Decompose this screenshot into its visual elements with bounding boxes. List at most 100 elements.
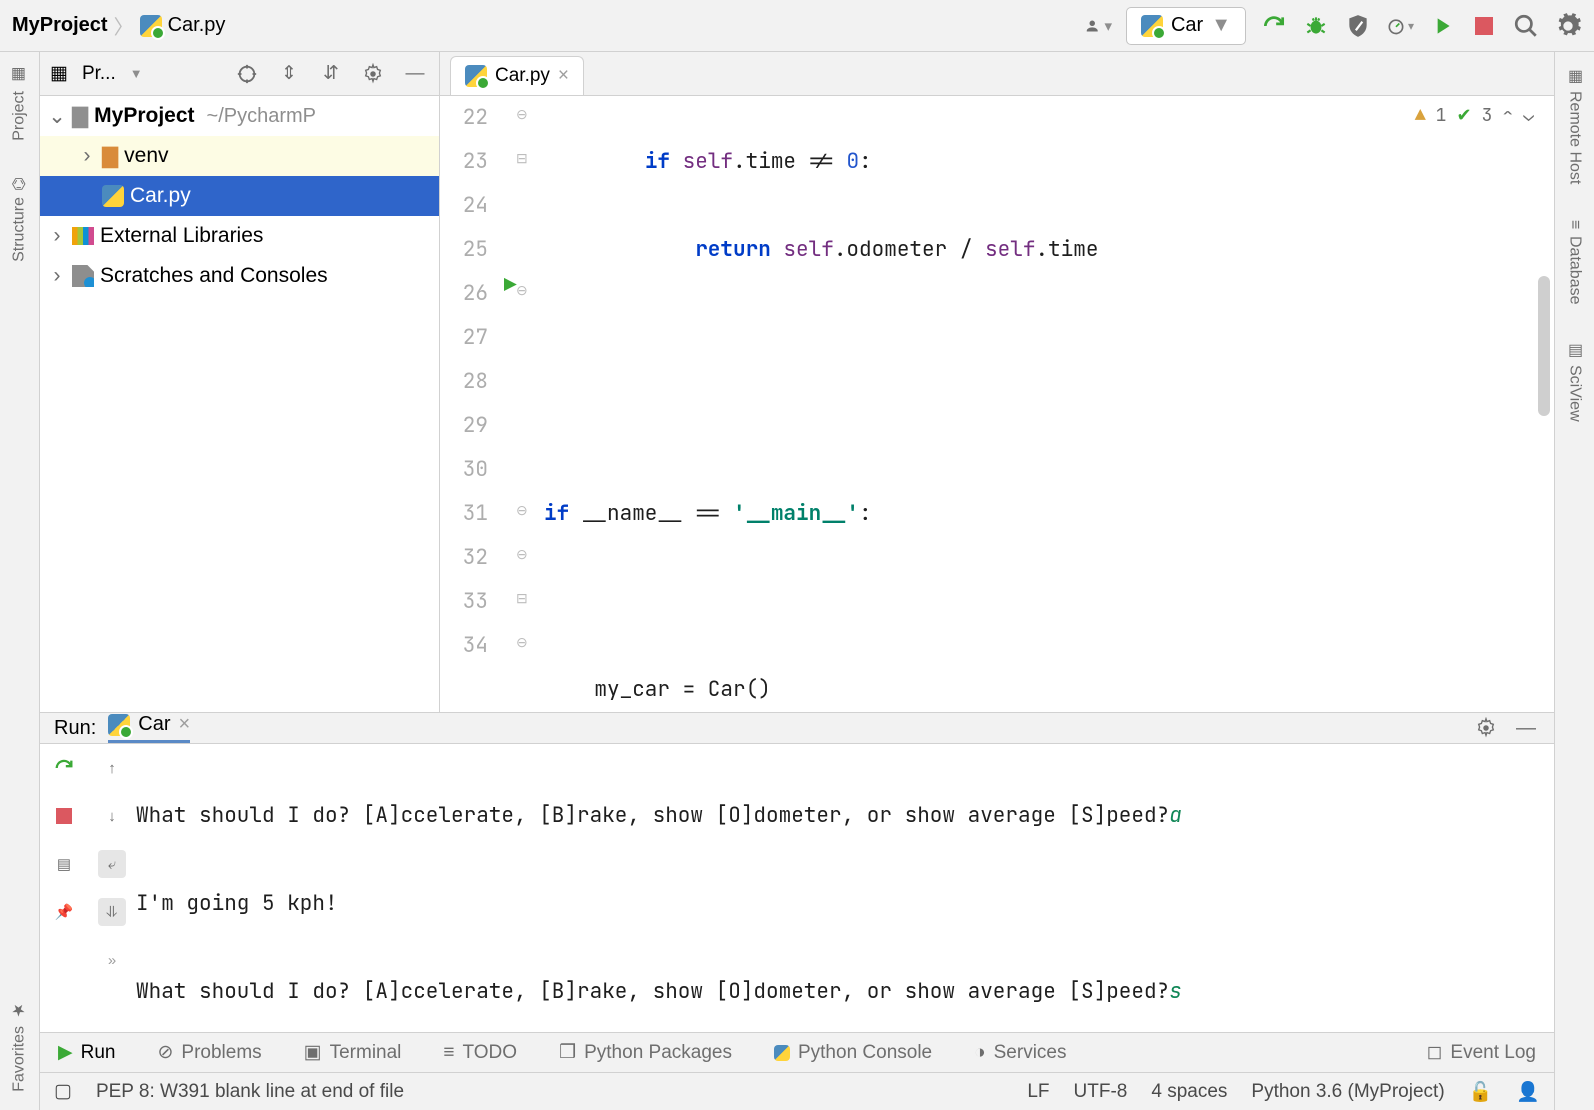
tool-windows-icon[interactable]: ▢: [54, 1080, 72, 1103]
tree-root[interactable]: ⌄ ▇ MyProject ~/PycharmP: [40, 96, 439, 136]
search-everywhere-button[interactable]: [1512, 12, 1540, 40]
library-icon: [72, 227, 94, 245]
stop-button[interactable]: [1470, 12, 1498, 40]
run-tool-window: Run: Car × — ▤ 📌: [40, 712, 1554, 1032]
project-view-icon: ▦: [50, 62, 68, 85]
more-icon[interactable]: »: [98, 946, 126, 974]
tree-file-label: Car.py: [130, 184, 191, 208]
gutter-markers[interactable]: ▶ ⊖ ⊟ ⊖ ⊖ ⊖ ⊟ ⊖: [498, 96, 544, 712]
status-message: PEP 8: W391 blank line at end of file: [96, 1081, 404, 1103]
file-encoding[interactable]: UTF-8: [1074, 1081, 1128, 1103]
indent-info[interactable]: 4 spaces: [1151, 1081, 1227, 1103]
tree-root-label: MyProject: [94, 104, 194, 128]
collapse-all-icon[interactable]: ⇵: [317, 60, 345, 88]
user-icon[interactable]: ▾: [1084, 12, 1112, 40]
lock-icon[interactable]: 🔓: [1469, 1080, 1493, 1104]
remote-host-tool-button[interactable]: ▦Remote Host: [1565, 60, 1584, 190]
project-view-label[interactable]: Pr...: [82, 63, 116, 85]
editor-tab-label: Car.py: [495, 65, 550, 87]
run-tab-label: Car: [138, 713, 170, 736]
scratch-icon: [72, 265, 94, 287]
stop-icon[interactable]: [50, 802, 78, 830]
scroll-end-icon[interactable]: ⥥: [98, 898, 126, 926]
chevron-right-icon[interactable]: ›: [48, 264, 66, 288]
chevron-right-icon[interactable]: ›: [48, 224, 66, 248]
project-tree[interactable]: ⌄ ▇ MyProject ~/PycharmP › ▇ venv C: [40, 96, 439, 712]
database-tool-button[interactable]: ≡Database: [1566, 214, 1584, 310]
sciview-tool-button[interactable]: ▤SciView: [1565, 334, 1584, 428]
python-icon: [1141, 15, 1163, 37]
tree-file-car[interactable]: Car.py: [40, 176, 439, 216]
hide-icon[interactable]: —: [401, 60, 429, 88]
down-icon[interactable]: ↓: [98, 802, 126, 830]
editor: Car.py × 22232425262728293031323334 ▶ ⊖ …: [440, 52, 1554, 712]
run-gutter-icon[interactable]: ▶: [504, 272, 517, 299]
debug-button[interactable]: [1302, 12, 1330, 40]
rerun-icon[interactable]: [50, 754, 78, 782]
run-configuration-selector[interactable]: Car ▼: [1126, 7, 1246, 45]
tree-venv[interactable]: › ▇ venv: [40, 136, 439, 176]
packages-tool-button[interactable]: ❒Python Packages: [559, 1041, 732, 1064]
layout-icon[interactable]: ▤: [50, 850, 78, 878]
profile-button[interactable]: ▾: [1386, 12, 1414, 40]
warning-icon: ▲: [1415, 104, 1426, 127]
run-button[interactable]: [1260, 12, 1288, 40]
run-tool-button[interactable]: ▶Run: [58, 1041, 115, 1064]
favorites-tool-button[interactable]: Favorites★: [10, 995, 29, 1098]
run-settings-icon[interactable]: [1472, 714, 1500, 742]
line-gutter[interactable]: 22232425262728293031323334: [440, 96, 498, 712]
tree-scratches-label: Scratches and Consoles: [100, 264, 328, 288]
prev-highlight[interactable]: ⌃: [1502, 104, 1513, 127]
coverage-button[interactable]: [1344, 12, 1372, 40]
breadcrumb-separator: 〉: [114, 11, 134, 40]
inspection-widget[interactable]: ▲1 ✔3 ⌃ ⌄: [1415, 104, 1534, 127]
scrollbar-thumb[interactable]: [1538, 276, 1550, 416]
close-icon[interactable]: ×: [178, 713, 190, 736]
chevron-down-icon[interactable]: ▼: [130, 66, 143, 81]
todo-tool-button[interactable]: ≡TODO: [443, 1042, 517, 1064]
settings-button[interactable]: [1554, 12, 1582, 40]
console-tool-button[interactable]: Python Console: [774, 1042, 932, 1064]
python-icon: [108, 714, 130, 736]
tree-venv-label: venv: [124, 144, 168, 168]
run-label: Run:: [54, 717, 96, 740]
editor-body[interactable]: 22232425262728293031323334 ▶ ⊖ ⊟ ⊖ ⊖ ⊖ ⊟…: [440, 96, 1554, 712]
project-tool-window: ▦ Pr... ▼ ⇕ ⇵ — ⌄ ▇ MyPr: [40, 52, 440, 712]
tree-scratches[interactable]: › Scratches and Consoles: [40, 256, 439, 296]
line-separator[interactable]: LF: [1027, 1081, 1049, 1103]
locate-icon[interactable]: [233, 60, 261, 88]
services-tool-button[interactable]: ◑Services: [974, 1042, 1066, 1064]
tree-external-libraries[interactable]: › External Libraries: [40, 216, 439, 256]
soft-wrap-icon[interactable]: ⤶: [98, 850, 126, 878]
navigation-bar: MyProject 〉 Car.py ▾ Car ▼: [0, 0, 1594, 52]
project-tool-button[interactable]: Project▦: [10, 60, 29, 147]
up-icon[interactable]: ↑: [98, 754, 126, 782]
close-icon[interactable]: ×: [558, 65, 569, 87]
problems-tool-button[interactable]: ⊘Problems: [157, 1041, 261, 1064]
settings-gear-icon[interactable]: [359, 60, 387, 88]
expand-all-icon[interactable]: ⇕: [275, 60, 303, 88]
breadcrumb[interactable]: MyProject 〉 Car.py: [12, 11, 225, 40]
code-area[interactable]: if self.time != 0: return self.odometer …: [544, 96, 1554, 712]
structure-tool-button[interactable]: Structure⌬: [10, 171, 29, 268]
editor-tab-car[interactable]: Car.py ×: [450, 56, 584, 95]
chevron-down-icon[interactable]: ⌄: [48, 104, 66, 129]
breadcrumb-file[interactable]: Car.py: [168, 14, 226, 37]
tree-root-path: ~/PycharmP: [207, 105, 316, 128]
terminal-tool-button[interactable]: ▣Terminal: [304, 1041, 402, 1064]
pin-icon[interactable]: 📌: [50, 898, 78, 926]
folder-icon: ▇: [102, 144, 118, 169]
ide-status-icon[interactable]: 👤: [1516, 1080, 1540, 1104]
next-highlight[interactable]: ⌄: [1523, 104, 1534, 127]
interpreter-info[interactable]: Python 3.6 (MyProject): [1251, 1081, 1444, 1103]
run-config-name: Car: [1171, 14, 1203, 37]
hide-run-icon[interactable]: —: [1512, 714, 1540, 742]
right-tool-stripe: ▦Remote Host ≡Database ▤SciView: [1554, 52, 1594, 1110]
concurrency-button[interactable]: [1428, 12, 1456, 40]
event-log-button[interactable]: ◻Event Log: [1427, 1041, 1536, 1064]
run-tab[interactable]: Car ×: [108, 713, 190, 743]
breadcrumb-project[interactable]: MyProject: [12, 14, 108, 37]
python-file-icon: [140, 15, 162, 37]
folder-icon: ▇: [72, 104, 88, 129]
chevron-right-icon[interactable]: ›: [78, 144, 96, 168]
